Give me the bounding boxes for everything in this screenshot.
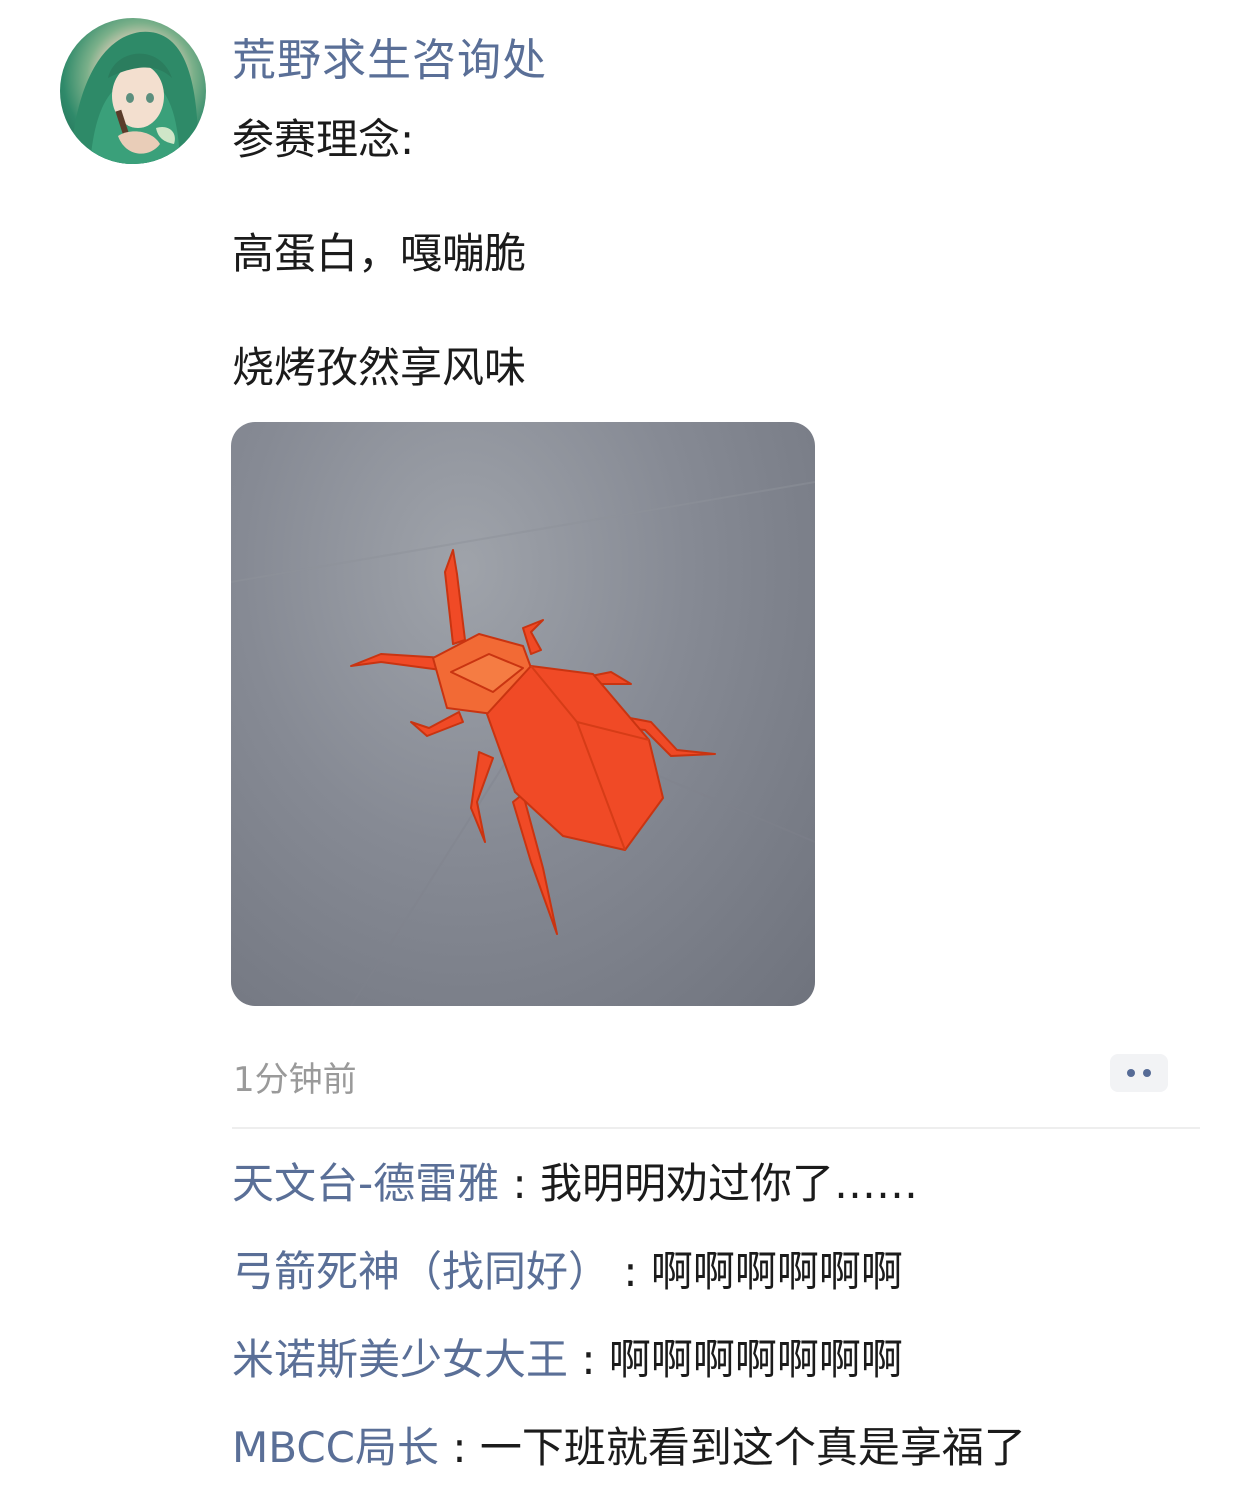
comment-text: 啊啊啊啊啊啊啊: [608, 1335, 903, 1384]
comment-author[interactable]: 天文台-德雷雅: [232, 1159, 499, 1208]
more-button[interactable]: [1110, 1054, 1168, 1092]
comment-separator: :: [512, 1159, 527, 1208]
more-dots-icon: [1127, 1069, 1135, 1077]
moment-post: 荒野求生咨询处 参赛理念: 高蛋白，嘎嘣脆 烧烤孜然享风味 1分钟前 天文台-德…: [0, 0, 1260, 1499]
post-text-line: 高蛋白，嘎嘣脆: [232, 229, 527, 278]
comment-text: 啊啊啊啊啊啊: [650, 1247, 903, 1296]
comment-item[interactable]: 米诺斯美少女大王 : 啊啊啊啊啊啊啊: [232, 1326, 903, 1387]
comment-item[interactable]: 天文台-德雷雅 : 我明明劝过你了……: [232, 1150, 918, 1211]
divider: [232, 1127, 1200, 1129]
comment-author[interactable]: 弓箭死神（找同好）: [232, 1247, 610, 1296]
comment-item[interactable]: MBCC局长 : 一下班就看到这个真是享福了: [232, 1414, 1026, 1475]
post-timestamp: 1分钟前: [233, 1060, 357, 1100]
comment-separator: :: [452, 1423, 467, 1472]
comment-author[interactable]: 米诺斯美少女大王: [232, 1335, 568, 1384]
comment-text: 我明明劝过你了……: [540, 1159, 919, 1208]
more-dots-icon: [1143, 1069, 1151, 1077]
comment-author[interactable]: MBCC局长: [232, 1423, 439, 1472]
author-avatar[interactable]: [60, 18, 206, 164]
post-text-line: 参赛理念:: [232, 115, 415, 164]
comment-text: 一下班就看到这个真是享福了: [479, 1423, 1026, 1472]
comment-separator: :: [623, 1247, 638, 1296]
post-text-line: 烧烤孜然享风味: [232, 343, 527, 392]
author-name[interactable]: 荒野求生咨询处: [232, 24, 547, 88]
comment-separator: :: [581, 1335, 596, 1384]
post-photo[interactable]: [231, 422, 815, 1006]
origami-beetle: [350, 549, 716, 935]
comment-item[interactable]: 弓箭死神（找同好） : 啊啊啊啊啊啊: [232, 1238, 903, 1299]
